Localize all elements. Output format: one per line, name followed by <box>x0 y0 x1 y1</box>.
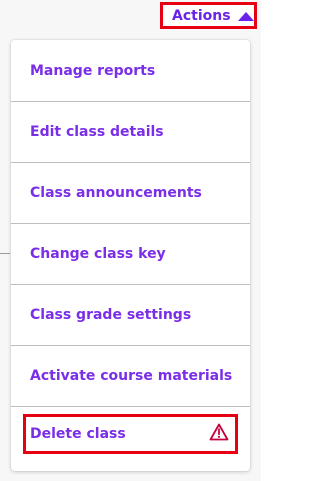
menu-item-label: Class grade settings <box>30 306 192 323</box>
menu-item-label: Activate course materials <box>30 367 233 384</box>
menu-item-label: Edit class details <box>30 123 164 140</box>
menu-item-label: Class announcements <box>30 184 202 201</box>
menu-item-class-grade-settings[interactable]: Class grade settings <box>11 284 250 345</box>
actions-button[interactable]: Actions <box>160 2 257 29</box>
menu-item-label: Change class key <box>30 245 166 262</box>
actions-menu-list: Manage reports Edit class details Class … <box>11 40 250 462</box>
caret-up-icon <box>237 11 254 21</box>
menu-item-label: Delete class <box>30 426 126 442</box>
menu-item-delete-class[interactable]: Delete class <box>11 406 250 462</box>
actions-dropdown-menu: Manage reports Edit class details Class … <box>11 40 250 471</box>
menu-item-activate-course-materials[interactable]: Activate course materials <box>11 345 250 406</box>
warning-icon <box>209 423 229 441</box>
menu-item-change-class-key[interactable]: Change class key <box>11 223 250 284</box>
actions-label: Actions <box>172 7 231 24</box>
menu-item-edit-class-details[interactable]: Edit class details <box>11 101 250 162</box>
background-divider <box>0 253 10 254</box>
menu-item-class-announcements[interactable]: Class announcements <box>11 162 250 223</box>
actions-menu-screen: Actions Manage reports Edit class detail… <box>0 0 261 481</box>
menu-item-manage-reports[interactable]: Manage reports <box>11 40 250 101</box>
menu-item-label: Manage reports <box>30 63 156 79</box>
